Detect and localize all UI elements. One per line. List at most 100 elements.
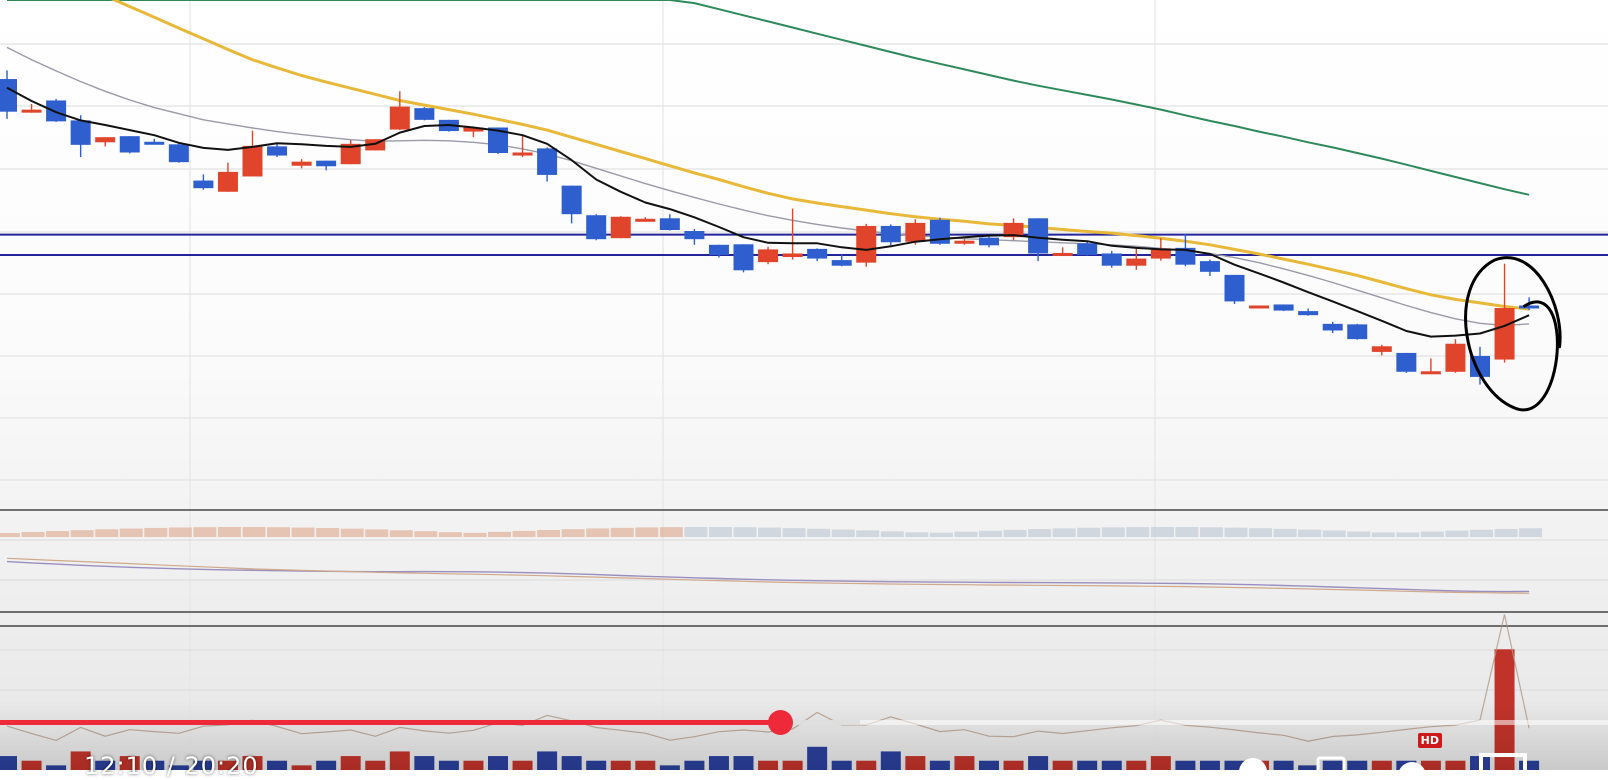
indicator-histogram-bar	[1470, 529, 1493, 537]
indicator-histogram-bar	[979, 530, 1002, 537]
settings-gear-icon[interactable]	[1392, 754, 1432, 770]
candle-body	[1396, 352, 1417, 372]
indicator-histogram-bar	[414, 531, 438, 537]
indicator-histogram-bar	[1150, 527, 1174, 537]
indicator-histogram-bar	[217, 527, 241, 537]
indicator-histogram-bar	[267, 527, 291, 537]
indicator-histogram-bar	[610, 527, 634, 537]
indicator-histogram-bar	[1224, 527, 1248, 537]
candle-body	[1420, 371, 1441, 375]
indicator-histogram-bar	[1347, 531, 1371, 537]
autoplay-toggle-icon[interactable]	[1238, 754, 1268, 770]
candle-body	[1322, 323, 1343, 331]
indicator-histogram-bar	[46, 531, 70, 537]
indicator-histogram-bar	[880, 531, 904, 537]
indicator-histogram-bar	[1322, 530, 1346, 537]
indicator-histogram-bar	[1445, 530, 1469, 537]
indicator-histogram-bar	[193, 527, 217, 537]
indicator-histogram-bar	[242, 527, 266, 537]
candle-body	[561, 185, 582, 215]
indicator-histogram-bar	[438, 532, 462, 537]
candle-body	[758, 249, 779, 263]
indicator-histogram-bar	[708, 527, 732, 537]
indicator-histogram-bar	[1494, 528, 1518, 537]
candle-body	[21, 109, 42, 113]
indicator-histogram-bar	[1126, 527, 1150, 537]
candlestick-chart-svg	[0, 0, 1608, 770]
indicator-histogram-bar	[144, 527, 168, 537]
candle-body	[1249, 305, 1270, 309]
candle-body	[168, 144, 189, 163]
miniplayer-icon[interactable]	[1478, 752, 1528, 770]
candle-body	[831, 260, 852, 266]
candle-body	[1101, 253, 1122, 266]
indicator-histogram-bar	[316, 528, 340, 537]
candle-body	[733, 244, 754, 271]
indicator-histogram-bar	[586, 528, 610, 537]
candle-body	[635, 218, 656, 222]
candle-body	[1199, 261, 1220, 272]
candle-body	[1077, 243, 1098, 255]
indicator-histogram-bar	[1101, 527, 1125, 537]
indicator-histogram-bar	[758, 527, 782, 537]
indicator-histogram-bar	[1003, 529, 1027, 537]
indicator-histogram-bar	[1519, 528, 1543, 537]
indicator-histogram-bar	[782, 528, 806, 537]
candle-body	[144, 141, 165, 145]
candle-body	[1494, 308, 1515, 360]
indicator-histogram-bar	[340, 528, 364, 537]
indicator-histogram-bar	[119, 528, 143, 537]
progress-scrubber[interactable]	[767, 710, 793, 735]
candle-body	[1298, 311, 1319, 316]
candle-body	[414, 108, 435, 120]
indicator-histogram-bar	[659, 527, 683, 537]
candle-body	[880, 225, 901, 243]
candle-body	[1224, 274, 1245, 302]
candle-body	[0, 79, 17, 112]
hd-badge: HD	[1417, 733, 1442, 748]
subtitles-icon[interactable]	[1316, 756, 1346, 770]
candle-body	[46, 100, 67, 122]
indicator-histogram-bar	[807, 528, 831, 537]
indicator-histogram-bar	[635, 527, 659, 537]
candle-body	[267, 146, 288, 156]
candle-body	[954, 240, 975, 244]
indicator-histogram-bar	[291, 527, 315, 537]
indicator-histogram-bar	[1077, 527, 1101, 537]
indicator-histogram-bar	[512, 530, 536, 537]
candle-body	[217, 171, 238, 192]
indicator-histogram-bar	[21, 532, 45, 537]
candle-body	[905, 222, 926, 242]
indicator-histogram-bar	[561, 529, 585, 537]
indicator-histogram-bar	[365, 529, 389, 537]
candle-body	[1273, 304, 1294, 311]
indicator-histogram-bar	[733, 527, 757, 537]
indicator-histogram-bar	[537, 529, 561, 537]
candle-body	[70, 120, 91, 145]
indicator-histogram-bar	[1052, 528, 1076, 537]
candle-body	[807, 248, 828, 259]
stock-chart	[0, 0, 1608, 770]
progress-bar[interactable]	[0, 720, 1608, 725]
time-readout: 12:10 / 20:20	[84, 752, 259, 780]
indicator-histogram-bar	[1298, 529, 1322, 537]
candle-body	[782, 253, 803, 258]
indicator-histogram-bar	[905, 532, 929, 537]
candle-body	[1052, 252, 1073, 257]
candle-body	[856, 225, 877, 263]
indicator-histogram-bar	[831, 529, 855, 537]
indicator-histogram-bar	[168, 527, 192, 537]
indicator-histogram-bar	[463, 532, 487, 537]
indicator-histogram-bar	[389, 530, 413, 537]
indicator-histogram-bar	[954, 531, 978, 537]
indicator-histogram-bar	[1175, 527, 1199, 537]
indicator-histogram-bar	[1273, 528, 1297, 537]
chart-background	[0, 0, 1608, 770]
candle-body	[242, 145, 263, 177]
candle-body	[1028, 218, 1049, 254]
candle-body	[119, 136, 140, 153]
indicator-histogram-bar	[488, 531, 511, 537]
candle-body	[659, 218, 680, 231]
indicator-histogram-bar	[70, 530, 94, 537]
candle-body	[708, 244, 729, 255]
